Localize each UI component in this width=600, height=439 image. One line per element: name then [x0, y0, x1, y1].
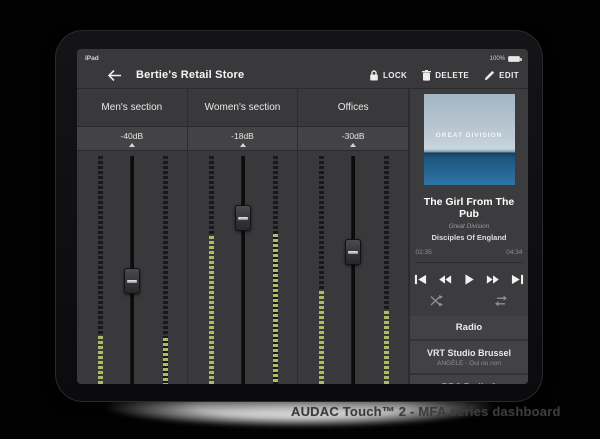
- status-bar: iPad 100%: [77, 49, 528, 62]
- elapsed-time: 02:35: [416, 249, 432, 256]
- vu-meter-right: [163, 156, 168, 384]
- vu-meter-left: [98, 156, 103, 384]
- fader-pointer-icon: [240, 143, 246, 147]
- player-panel: GREAT DIVISION The Girl From The Pub Gre…: [409, 89, 528, 384]
- album-art: GREAT DIVISION: [424, 94, 515, 185]
- track-album: Disciples Of England: [431, 233, 506, 242]
- radio-section: Radio VRT Studio Brussel ANGÈLE - Oui ou…: [410, 316, 529, 384]
- track-title: The Girl From The Pub: [416, 196, 522, 220]
- app-screen: iPad 100% Bertie's Retail Store LOCK: [77, 49, 528, 384]
- product-shot: iPad 100% Bertie's Retail Store LOCK: [0, 0, 600, 439]
- zone-name: Offices: [338, 102, 369, 113]
- back-button[interactable]: [108, 70, 121, 81]
- fader-pointer-icon: [129, 143, 135, 147]
- zone-name: Women's section: [205, 102, 281, 113]
- station-name: BBC Radio 2: [410, 382, 529, 384]
- main-content: Men's section -40dB Women's section -18d…: [77, 88, 528, 384]
- lock-button[interactable]: LOCK: [369, 70, 407, 81]
- zone-column: Women's section -18dB: [188, 89, 299, 384]
- station-name: VRT Studio Brussel: [410, 348, 529, 358]
- trash-icon: [422, 70, 431, 81]
- station-now-playing: ANGÈLE - Oui ou non: [410, 360, 529, 367]
- device-label: iPad: [85, 55, 99, 62]
- radio-station-bbc[interactable]: BBC Radio 2 Internet Radio: [410, 375, 529, 384]
- fader-track[interactable]: [351, 156, 355, 384]
- radio-header: Radio: [410, 316, 529, 339]
- edit-label: EDIT: [499, 71, 519, 80]
- zone-db-value: -18dB: [231, 131, 254, 141]
- delete-label: DELETE: [435, 71, 469, 80]
- zone-db-readout: -30dB: [298, 126, 408, 151]
- fader-panel: Men's section -40dB Women's section -18d…: [77, 89, 409, 384]
- repeat-icon[interactable]: [494, 295, 508, 307]
- shuffle-icon[interactable]: [430, 295, 444, 307]
- album-art-text: GREAT DIVISION: [424, 132, 515, 139]
- vu-meter-left: [319, 156, 324, 384]
- nav-actions: LOCK DELETE EDIT: [369, 70, 519, 81]
- zone-db-value: -40dB: [120, 131, 143, 141]
- total-time: 04:34: [506, 249, 522, 256]
- vu-meter-left: [209, 156, 214, 384]
- zone-db-readout: -18dB: [188, 126, 298, 151]
- arrow-left-icon: [108, 70, 121, 81]
- zone-column: Offices -30dB: [298, 89, 409, 384]
- skip-previous-icon[interactable]: [414, 273, 427, 286]
- edit-button[interactable]: EDIT: [484, 70, 519, 81]
- zone-name: Men's section: [101, 102, 162, 113]
- pencil-icon: [484, 70, 495, 81]
- zone-header: Women's section: [188, 89, 298, 126]
- fader-handle[interactable]: [124, 268, 140, 294]
- radio-station-vrt[interactable]: VRT Studio Brussel ANGÈLE - Oui ou non: [410, 341, 529, 373]
- zone-header: Men's section: [77, 89, 187, 126]
- track-artist: Great Division: [449, 223, 490, 230]
- zone-header: Offices: [298, 89, 408, 126]
- time-row: 02:35 04:34: [416, 249, 523, 256]
- skip-next-icon[interactable]: [511, 273, 524, 286]
- playback-modes: [430, 293, 508, 316]
- play-icon[interactable]: [463, 273, 475, 286]
- menu-icon[interactable]: [86, 70, 99, 80]
- zone-fader-area: [77, 151, 187, 384]
- page-title: Bertie's Retail Store: [136, 69, 244, 81]
- battery-icon: [508, 56, 520, 62]
- ipad-device: iPad 100% Bertie's Retail Store LOCK: [55, 30, 543, 402]
- zone-fader-area: [298, 151, 408, 384]
- lock-label: LOCK: [383, 71, 407, 80]
- nav-bar: Bertie's Retail Store LOCK DELETE EDIT: [77, 62, 528, 88]
- rewind-icon[interactable]: [438, 273, 452, 286]
- vu-meter-right: [273, 156, 278, 384]
- zone-db-value: -30dB: [342, 131, 365, 141]
- zone-db-readout: -40dB: [77, 126, 187, 151]
- delete-button[interactable]: DELETE: [422, 70, 469, 81]
- fader-handle[interactable]: [345, 239, 361, 265]
- fast-forward-icon[interactable]: [486, 273, 500, 286]
- zone-fader-area: [188, 151, 298, 384]
- fader-track[interactable]: [241, 156, 245, 384]
- product-caption: AUDAC Touch™ 2 - MFA series dashboard: [291, 404, 561, 419]
- transport-controls: [414, 263, 524, 293]
- fader-handle[interactable]: [235, 205, 251, 231]
- lock-icon: [369, 70, 379, 81]
- fader-pointer-icon: [350, 143, 356, 147]
- vu-meter-right: [384, 156, 389, 384]
- zone-column: Men's section -40dB: [77, 89, 188, 384]
